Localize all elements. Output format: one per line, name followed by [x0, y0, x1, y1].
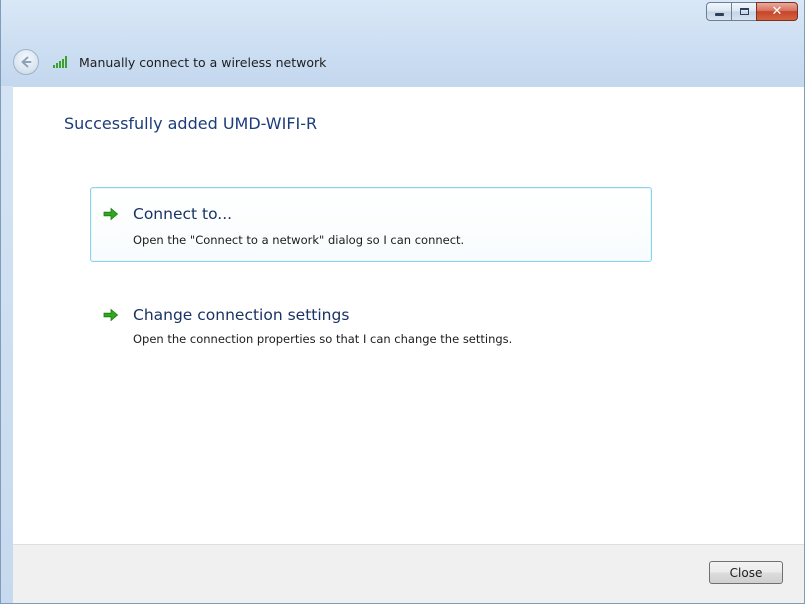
back-arrow-icon — [21, 56, 32, 68]
maximize-button[interactable] — [731, 2, 757, 21]
back-button[interactable] — [13, 49, 39, 75]
wizard-header: Manually connect to a wireless network — [13, 48, 326, 76]
caption-buttons: ✕ — [706, 2, 798, 21]
connect-to-description: Open the "Connect to a network" dialog s… — [133, 233, 465, 247]
connect-to-title: Connect to... — [133, 205, 233, 223]
minimize-icon — [714, 13, 724, 16]
wireless-signal-icon — [53, 56, 71, 68]
wizard-window: ✕ Manually connect to a wireless network — [0, 0, 805, 604]
green-arrow-icon — [103, 207, 119, 221]
minimize-button[interactable] — [706, 2, 732, 21]
green-arrow-icon — [103, 308, 119, 322]
close-icon: ✕ — [771, 4, 783, 19]
title-bar: ✕ Manually connect to a wireless network — [1, 0, 804, 86]
close-window-button[interactable]: ✕ — [756, 2, 798, 21]
wizard-title: Manually connect to a wireless network — [79, 54, 327, 70]
button-bar: Close — [13, 544, 804, 603]
content-pane: Successfully added UMD-WIFI-R Connect to… — [13, 86, 804, 545]
close-button[interactable]: Close — [709, 561, 783, 584]
change-connection-settings-link[interactable]: Change connection settings Open the conn… — [90, 299, 652, 359]
maximize-icon — [739, 8, 749, 15]
connect-to-link[interactable]: Connect to... Open the "Connect to a net… — [90, 187, 652, 262]
success-heading: Successfully added UMD-WIFI-R — [64, 114, 318, 133]
change-settings-description: Open the connection properties so that I… — [133, 332, 513, 346]
change-settings-title: Change connection settings — [133, 306, 350, 324]
